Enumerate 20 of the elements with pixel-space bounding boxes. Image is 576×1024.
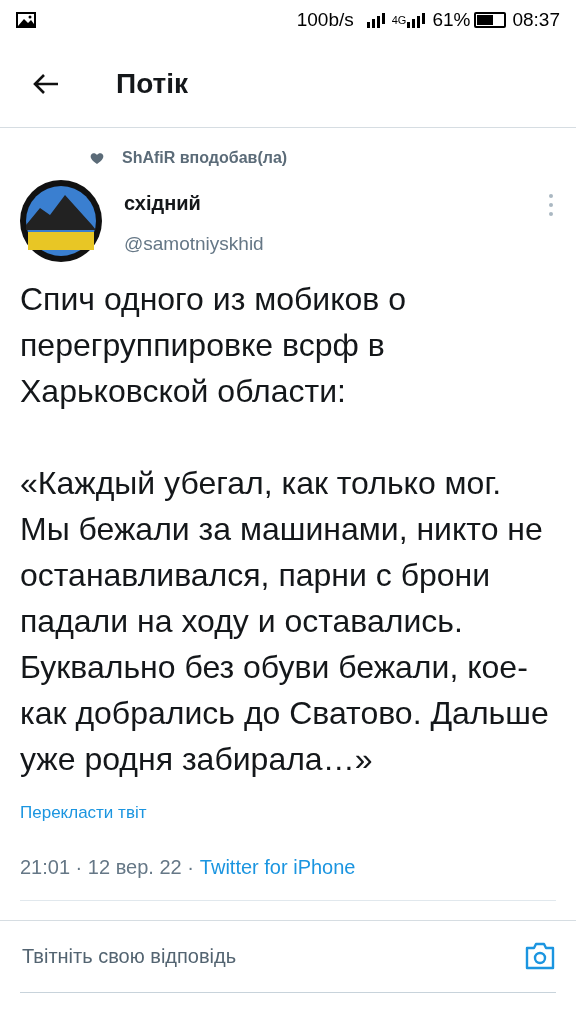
translate-link[interactable]: Перекласти твіт: [20, 803, 147, 822]
tweet-timestamp: 21:01 · 12 вер. 22 ·: [20, 854, 194, 880]
network-type: 4G: [391, 12, 407, 28]
tweet-paragraph: Спич одного из мобиков о перегруппировке всрф в Харьковской области:: [20, 280, 408, 411]
signal-icon: [406, 12, 427, 28]
liked-by-text: ShAfiR вподобав(ла): [122, 148, 288, 168]
signal-icon: [365, 12, 386, 28]
user-handle: @samotniyskhid: [124, 232, 265, 256]
page-title: Потік: [116, 66, 189, 101]
image-icon: [16, 12, 36, 28]
network-speed: 100b/s: [296, 7, 354, 32]
reply-field[interactable]: Твітніть свою відповідь: [20, 941, 524, 971]
battery-icon: [474, 12, 507, 28]
display-name: східний: [124, 191, 202, 216]
tweet-paragraph: «Каждый убегал, как только мог. Мы бежали за машинами, никто не останавливался, парни с брони падали на ходу и оставались. Буквально без обуви бежали, кое-как добрались до Сватово. Дальше уже родня забирала…»: [20, 464, 550, 779]
camera-icon[interactable]: [524, 941, 556, 971]
battery-percent: 61%: [432, 7, 471, 32]
clock: 08:37: [512, 7, 560, 32]
heart-icon: [90, 151, 104, 165]
source-link[interactable]: Twitter for iPhone: [199, 851, 356, 882]
